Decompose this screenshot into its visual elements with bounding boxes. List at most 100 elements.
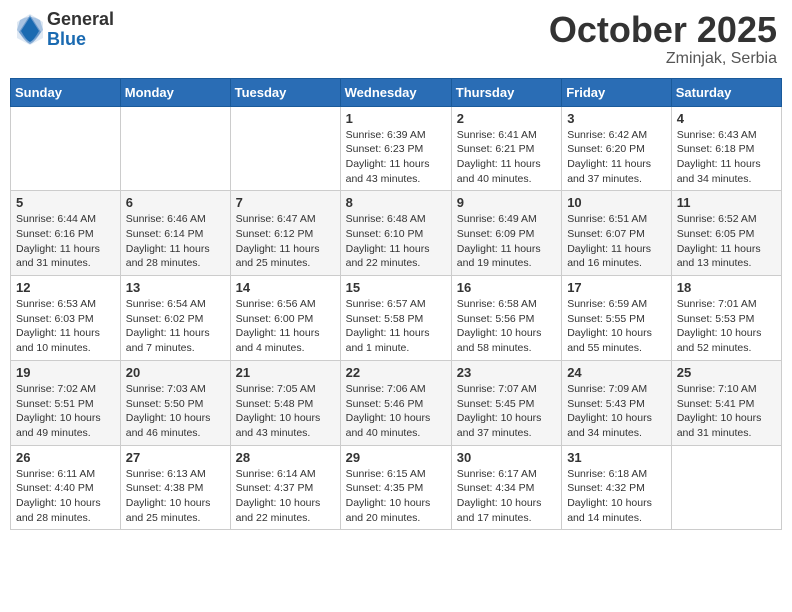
day-info: Sunrise: 6:44 AM Sunset: 6:16 PM Dayligh… [16, 212, 115, 271]
calendar-day-cell: 3Sunrise: 6:42 AM Sunset: 6:20 PM Daylig… [562, 106, 672, 191]
day-number: 11 [677, 195, 776, 210]
day-info: Sunrise: 6:42 AM Sunset: 6:20 PM Dayligh… [567, 128, 666, 187]
location: Zminjak, Serbia [549, 50, 777, 68]
day-number: 15 [346, 280, 446, 295]
day-number: 25 [677, 365, 776, 380]
day-number: 6 [126, 195, 225, 210]
day-info: Sunrise: 7:01 AM Sunset: 5:53 PM Dayligh… [677, 297, 776, 356]
day-of-week-header: Sunday [11, 78, 121, 106]
day-number: 4 [677, 111, 776, 126]
day-info: Sunrise: 6:11 AM Sunset: 4:40 PM Dayligh… [16, 467, 115, 526]
calendar-header-row: SundayMondayTuesdayWednesdayThursdayFrid… [11, 78, 782, 106]
day-number: 23 [457, 365, 556, 380]
day-info: Sunrise: 6:51 AM Sunset: 6:07 PM Dayligh… [567, 212, 666, 271]
day-number: 21 [236, 365, 335, 380]
day-info: Sunrise: 7:06 AM Sunset: 5:46 PM Dayligh… [346, 382, 446, 441]
calendar-day-cell: 15 Sunrise: 6:57 AM Sunset: 5:58 PM Dayli… [340, 276, 451, 361]
calendar-day-cell: 10 Sunrise: 6:51 AM Sunset: 6:07 PM Dayli… [562, 191, 672, 276]
logo-text: General Blue [47, 10, 114, 50]
calendar-day-cell: 21 Sunrise: 7:05 AM Sunset: 5:48 PM Dayli… [230, 360, 340, 445]
calendar-week-row: 1 Sunrise: 6:39 AM Sunset: 6:23 PM Daylig… [11, 106, 782, 191]
calendar-day-cell: 19Sunrise: 7:02 AM Sunset: 5:51 PM Dayli… [11, 360, 121, 445]
day-info: Sunrise: 6:14 AM Sunset: 4:37 PM Dayligh… [236, 467, 335, 526]
day-number: 24 [567, 365, 666, 380]
day-info: Sunrise: 6:49 AM Sunset: 6:09 PM Dayligh… [457, 212, 556, 271]
day-info: Sunrise: 7:07 AM Sunset: 5:45 PM Dayligh… [457, 382, 556, 441]
day-number: 5 [16, 195, 115, 210]
day-number: 16 [457, 280, 556, 295]
month-title: October 2025 [549, 10, 777, 50]
title-block: October 2025 Zminjak, Serbia [549, 10, 777, 68]
day-number: 13 [126, 280, 225, 295]
calendar-week-row: 19Sunrise: 7:02 AM Sunset: 5:51 PM Dayli… [11, 360, 782, 445]
day-number: 12 [16, 280, 115, 295]
day-number: 30 [457, 450, 556, 465]
day-number: 22 [346, 365, 446, 380]
day-info: Sunrise: 7:09 AM Sunset: 5:43 PM Dayligh… [567, 382, 666, 441]
day-number: 26 [16, 450, 115, 465]
calendar-day-cell: 20Sunrise: 7:03 AM Sunset: 5:50 PM Dayli… [120, 360, 230, 445]
day-info: Sunrise: 7:10 AM Sunset: 5:41 PM Dayligh… [677, 382, 776, 441]
day-info: Sunrise: 7:05 AM Sunset: 5:48 PM Dayligh… [236, 382, 335, 441]
day-number: 1 [346, 111, 446, 126]
page-header: General Blue October 2025 Zminjak, Serbi… [10, 10, 782, 68]
day-number: 8 [346, 195, 446, 210]
calendar-day-cell: 17 Sunrise: 6:59 AM Sunset: 5:55 PM Dayli… [562, 276, 672, 361]
day-of-week-header: Wednesday [340, 78, 451, 106]
calendar-table: SundayMondayTuesdayWednesdayThursdayFrid… [10, 78, 782, 531]
day-number: 10 [567, 195, 666, 210]
day-number: 2 [457, 111, 556, 126]
day-info: Sunrise: 6:47 AM Sunset: 6:12 PM Dayligh… [236, 212, 335, 271]
day-info: Sunrise: 6:53 AM Sunset: 6:03 PM Dayligh… [16, 297, 115, 356]
calendar-day-cell: 9 Sunrise: 6:49 AM Sunset: 6:09 PM Daylig… [451, 191, 561, 276]
calendar-day-cell [120, 106, 230, 191]
calendar-day-cell: 27 Sunrise: 6:13 AM Sunset: 4:38 PM Dayli… [120, 445, 230, 530]
day-info: Sunrise: 6:57 AM Sunset: 5:58 PM Dayligh… [346, 297, 446, 356]
day-info: Sunrise: 6:59 AM Sunset: 5:55 PM Dayligh… [567, 297, 666, 356]
day-info: Sunrise: 6:17 AM Sunset: 4:34 PM Dayligh… [457, 467, 556, 526]
day-info: Sunrise: 6:18 AM Sunset: 4:32 PM Dayligh… [567, 467, 666, 526]
logo-general-text: General [47, 10, 114, 30]
logo-blue-text: Blue [47, 30, 114, 50]
calendar-day-cell: 11Sunrise: 6:52 AM Sunset: 6:05 PM Dayli… [671, 191, 781, 276]
day-info: Sunrise: 6:13 AM Sunset: 4:38 PM Dayligh… [126, 467, 225, 526]
day-number: 27 [126, 450, 225, 465]
day-number: 14 [236, 280, 335, 295]
calendar-day-cell: 5 Sunrise: 6:44 AM Sunset: 6:16 PM Daylig… [11, 191, 121, 276]
day-number: 29 [346, 450, 446, 465]
calendar-week-row: 26 Sunrise: 6:11 AM Sunset: 4:40 PM Dayli… [11, 445, 782, 530]
logo-icon [15, 12, 45, 47]
calendar-day-cell: 1 Sunrise: 6:39 AM Sunset: 6:23 PM Daylig… [340, 106, 451, 191]
day-info: Sunrise: 6:41 AM Sunset: 6:21 PM Dayligh… [457, 128, 556, 187]
day-of-week-header: Tuesday [230, 78, 340, 106]
day-info: Sunrise: 6:39 AM Sunset: 6:23 PM Dayligh… [346, 128, 446, 187]
calendar-day-cell: 4 Sunrise: 6:43 AM Sunset: 6:18 PM Daylig… [671, 106, 781, 191]
day-number: 31 [567, 450, 666, 465]
calendar-day-cell [230, 106, 340, 191]
day-number: 9 [457, 195, 556, 210]
calendar-day-cell: 25 Sunrise: 7:10 AM Sunset: 5:41 PM Dayli… [671, 360, 781, 445]
day-of-week-header: Friday [562, 78, 672, 106]
calendar-day-cell: 13Sunrise: 6:54 AM Sunset: 6:02 PM Dayli… [120, 276, 230, 361]
day-of-week-header: Monday [120, 78, 230, 106]
calendar-week-row: 5 Sunrise: 6:44 AM Sunset: 6:16 PM Daylig… [11, 191, 782, 276]
calendar-day-cell: 26 Sunrise: 6:11 AM Sunset: 4:40 PM Dayli… [11, 445, 121, 530]
day-info: Sunrise: 7:02 AM Sunset: 5:51 PM Dayligh… [16, 382, 115, 441]
day-of-week-header: Thursday [451, 78, 561, 106]
calendar-day-cell: 28 Sunrise: 6:14 AM Sunset: 4:37 PM Dayli… [230, 445, 340, 530]
day-info: Sunrise: 6:58 AM Sunset: 5:56 PM Dayligh… [457, 297, 556, 356]
calendar-day-cell [671, 445, 781, 530]
day-info: Sunrise: 6:43 AM Sunset: 6:18 PM Dayligh… [677, 128, 776, 187]
calendar-day-cell: 7 Sunrise: 6:47 AM Sunset: 6:12 PM Daylig… [230, 191, 340, 276]
logo: General Blue [15, 10, 114, 50]
day-number: 7 [236, 195, 335, 210]
calendar-day-cell: 23 Sunrise: 7:07 AM Sunset: 5:45 PM Dayli… [451, 360, 561, 445]
day-info: Sunrise: 6:48 AM Sunset: 6:10 PM Dayligh… [346, 212, 446, 271]
day-number: 17 [567, 280, 666, 295]
calendar-day-cell: 30 Sunrise: 6:17 AM Sunset: 4:34 PM Dayli… [451, 445, 561, 530]
day-number: 28 [236, 450, 335, 465]
day-info: Sunrise: 6:56 AM Sunset: 6:00 PM Dayligh… [236, 297, 335, 356]
calendar-day-cell: 18Sunrise: 7:01 AM Sunset: 5:53 PM Dayli… [671, 276, 781, 361]
calendar-day-cell: 24 Sunrise: 7:09 AM Sunset: 5:43 PM Dayli… [562, 360, 672, 445]
calendar-day-cell: 8 Sunrise: 6:48 AM Sunset: 6:10 PM Daylig… [340, 191, 451, 276]
